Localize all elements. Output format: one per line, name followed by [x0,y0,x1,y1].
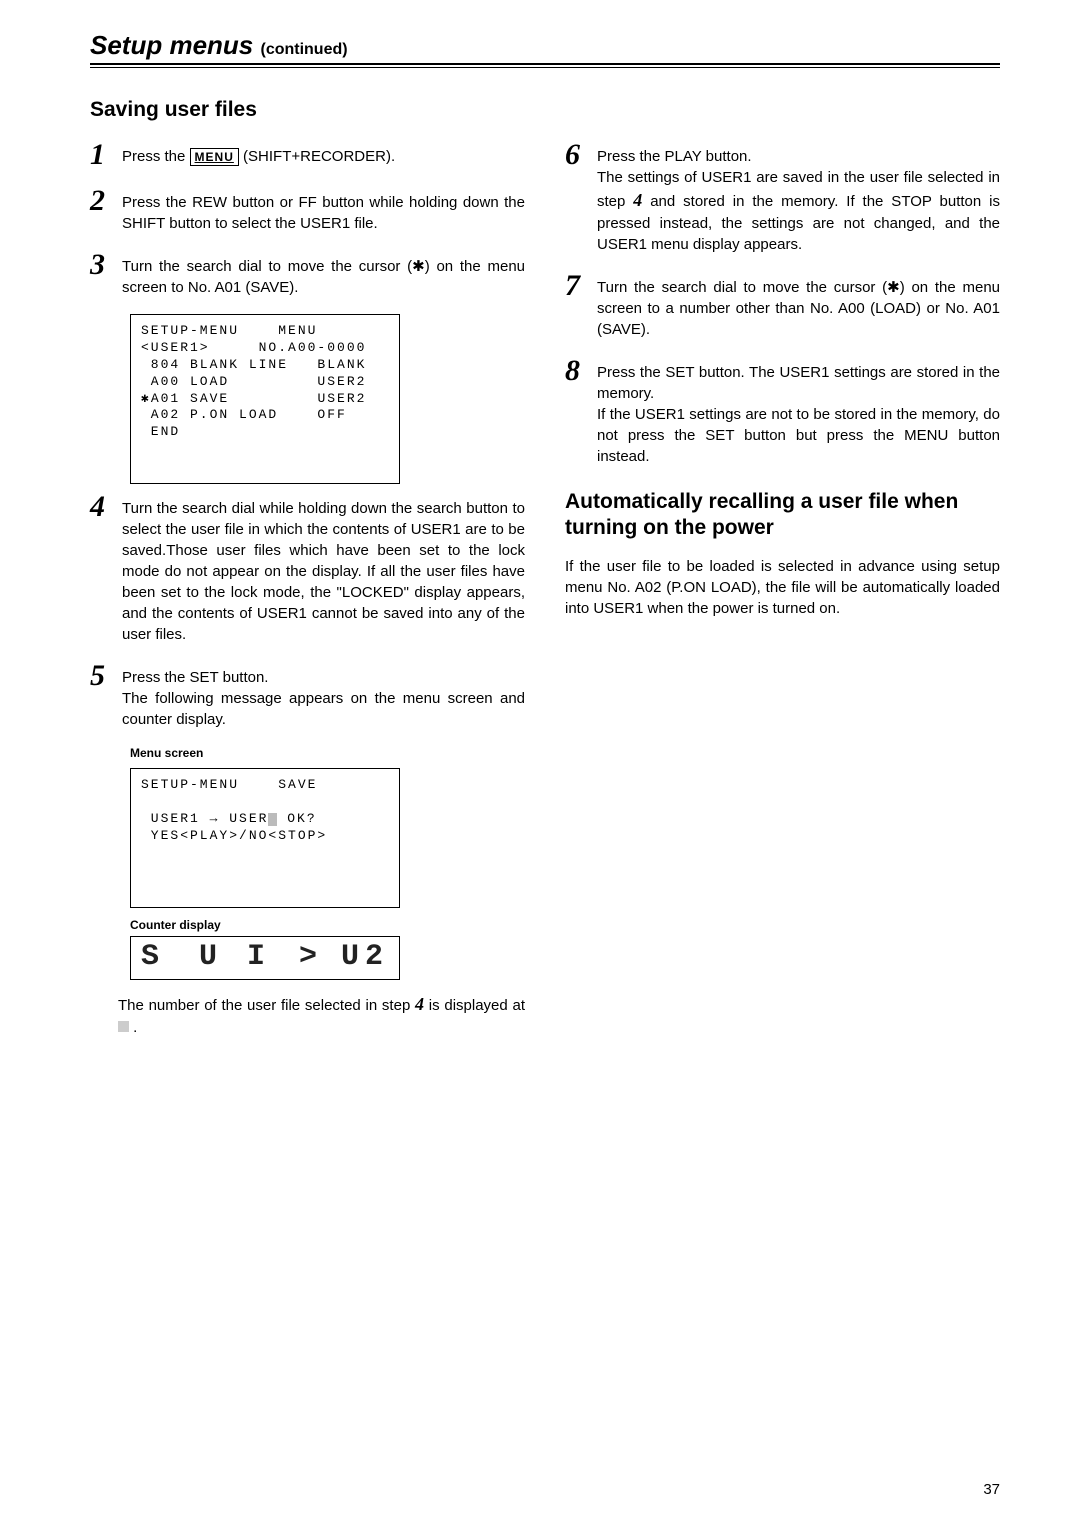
step-5-body: Press the SET button. The following mess… [122,661,525,730]
screen2-line2a: USER1 [141,811,210,826]
counter-seg-a: S [141,940,165,974]
step-2-body: Press the REW button or FF button while … [122,186,525,234]
menu-button-label: MENU [190,148,239,167]
step-5-text: The following message appears on the men… [122,690,525,728]
step-number: 5 [90,661,118,691]
inline-step-ref: 4 [633,190,642,210]
step-number: 8 [565,356,593,386]
after-counter-a: The number of the user file selected in … [118,997,415,1014]
counter-display-box: S U I > U2 [130,936,400,980]
step-5-lead: Press the SET button. [122,669,268,686]
counter-seg-c: > [299,940,323,974]
step-8-body: Press the SET button. The USER1 settings… [597,356,1000,467]
after-counter-text: The number of the user file selected in … [118,992,525,1038]
step-7: 7 Turn the search dial to move the curso… [565,271,1000,340]
menu-screen-label: Menu screen [130,746,525,760]
after-counter-b: is displayed at [424,997,525,1014]
step-1-pre: Press the [122,148,190,165]
step-6: 6 Press the PLAY button. The settings of… [565,140,1000,255]
page-title-continued: (continued) [260,41,347,58]
step-number: 2 [90,186,118,216]
step-1: 1 Press the MENU (SHIFT+RECORDER). [90,140,525,170]
content-columns: 1 Press the MENU (SHIFT+RECORDER). 2 Pre… [90,140,1000,1038]
screen2-line3: YES<PLAY>/NO<STOP> [141,828,327,843]
page-title: Setup menus (continued) [90,30,1000,61]
step-1-body: Press the MENU (SHIFT+RECORDER). [122,140,525,167]
screen2-line1: SETUP-MENU SAVE [141,777,317,792]
screen2-line2c: OK? [277,811,316,826]
menu-screen-box-1: SETUP-MENU MENU <USER1> NO.A00-0000 804 … [130,314,400,484]
left-column: 1 Press the MENU (SHIFT+RECORDER). 2 Pre… [90,140,525,1038]
step-3-body: Turn the search dial to move the cursor … [122,250,525,298]
step-number: 1 [90,140,118,170]
step-6-lead: Press the PLAY button. [597,148,752,165]
step-3: 3 Turn the search dial to move the curso… [90,250,525,298]
counter-seg-d: U2 [341,940,389,974]
counter-seg-b: U I [199,940,271,974]
step-6-text-b: and stored in the memory. If the STOP bu… [597,193,1000,253]
page-title-main: Setup menus [90,30,253,60]
step-6-body: Press the PLAY button. The settings of U… [597,140,1000,255]
section-heading: Saving user files [90,98,1000,122]
counter-display-label: Counter display [130,918,525,932]
step-number: 7 [565,271,593,301]
right-column: 6 Press the PLAY button. The settings of… [565,140,1000,1038]
inline-step-ref: 4 [415,994,424,1014]
screen2-line2b: USER [219,811,268,826]
subsection-body: If the user file to be loaded is selecte… [565,556,1000,619]
step-1-post: (SHIFT+RECORDER). [239,148,395,165]
step-number: 4 [90,492,118,522]
step-8-lead: Press the SET button. The USER1 settings… [597,364,1000,402]
step-8-text: If the USER1 settings are not to be stor… [597,406,1000,465]
step-2: 2 Press the REW button or FF button whil… [90,186,525,234]
step-4-body: Turn the search dial while holding down … [122,492,525,645]
gray-placeholder-icon [118,1021,129,1032]
menu-screen-box-2: SETUP-MENU SAVE USER1 → USER OK? YES<PLA… [130,768,400,908]
step-7-body: Turn the search dial to move the cursor … [597,271,1000,340]
step-number: 6 [565,140,593,170]
page-number: 37 [983,1481,1000,1498]
title-divider [90,63,1000,68]
step-4: 4 Turn the search dial while holding dow… [90,492,525,645]
step-8: 8 Press the SET button. The USER1 settin… [565,356,1000,467]
step-5: 5 Press the SET button. The following me… [90,661,525,730]
subsection-heading: Automatically recalling a user file when… [565,489,1000,542]
step-number: 3 [90,250,118,280]
